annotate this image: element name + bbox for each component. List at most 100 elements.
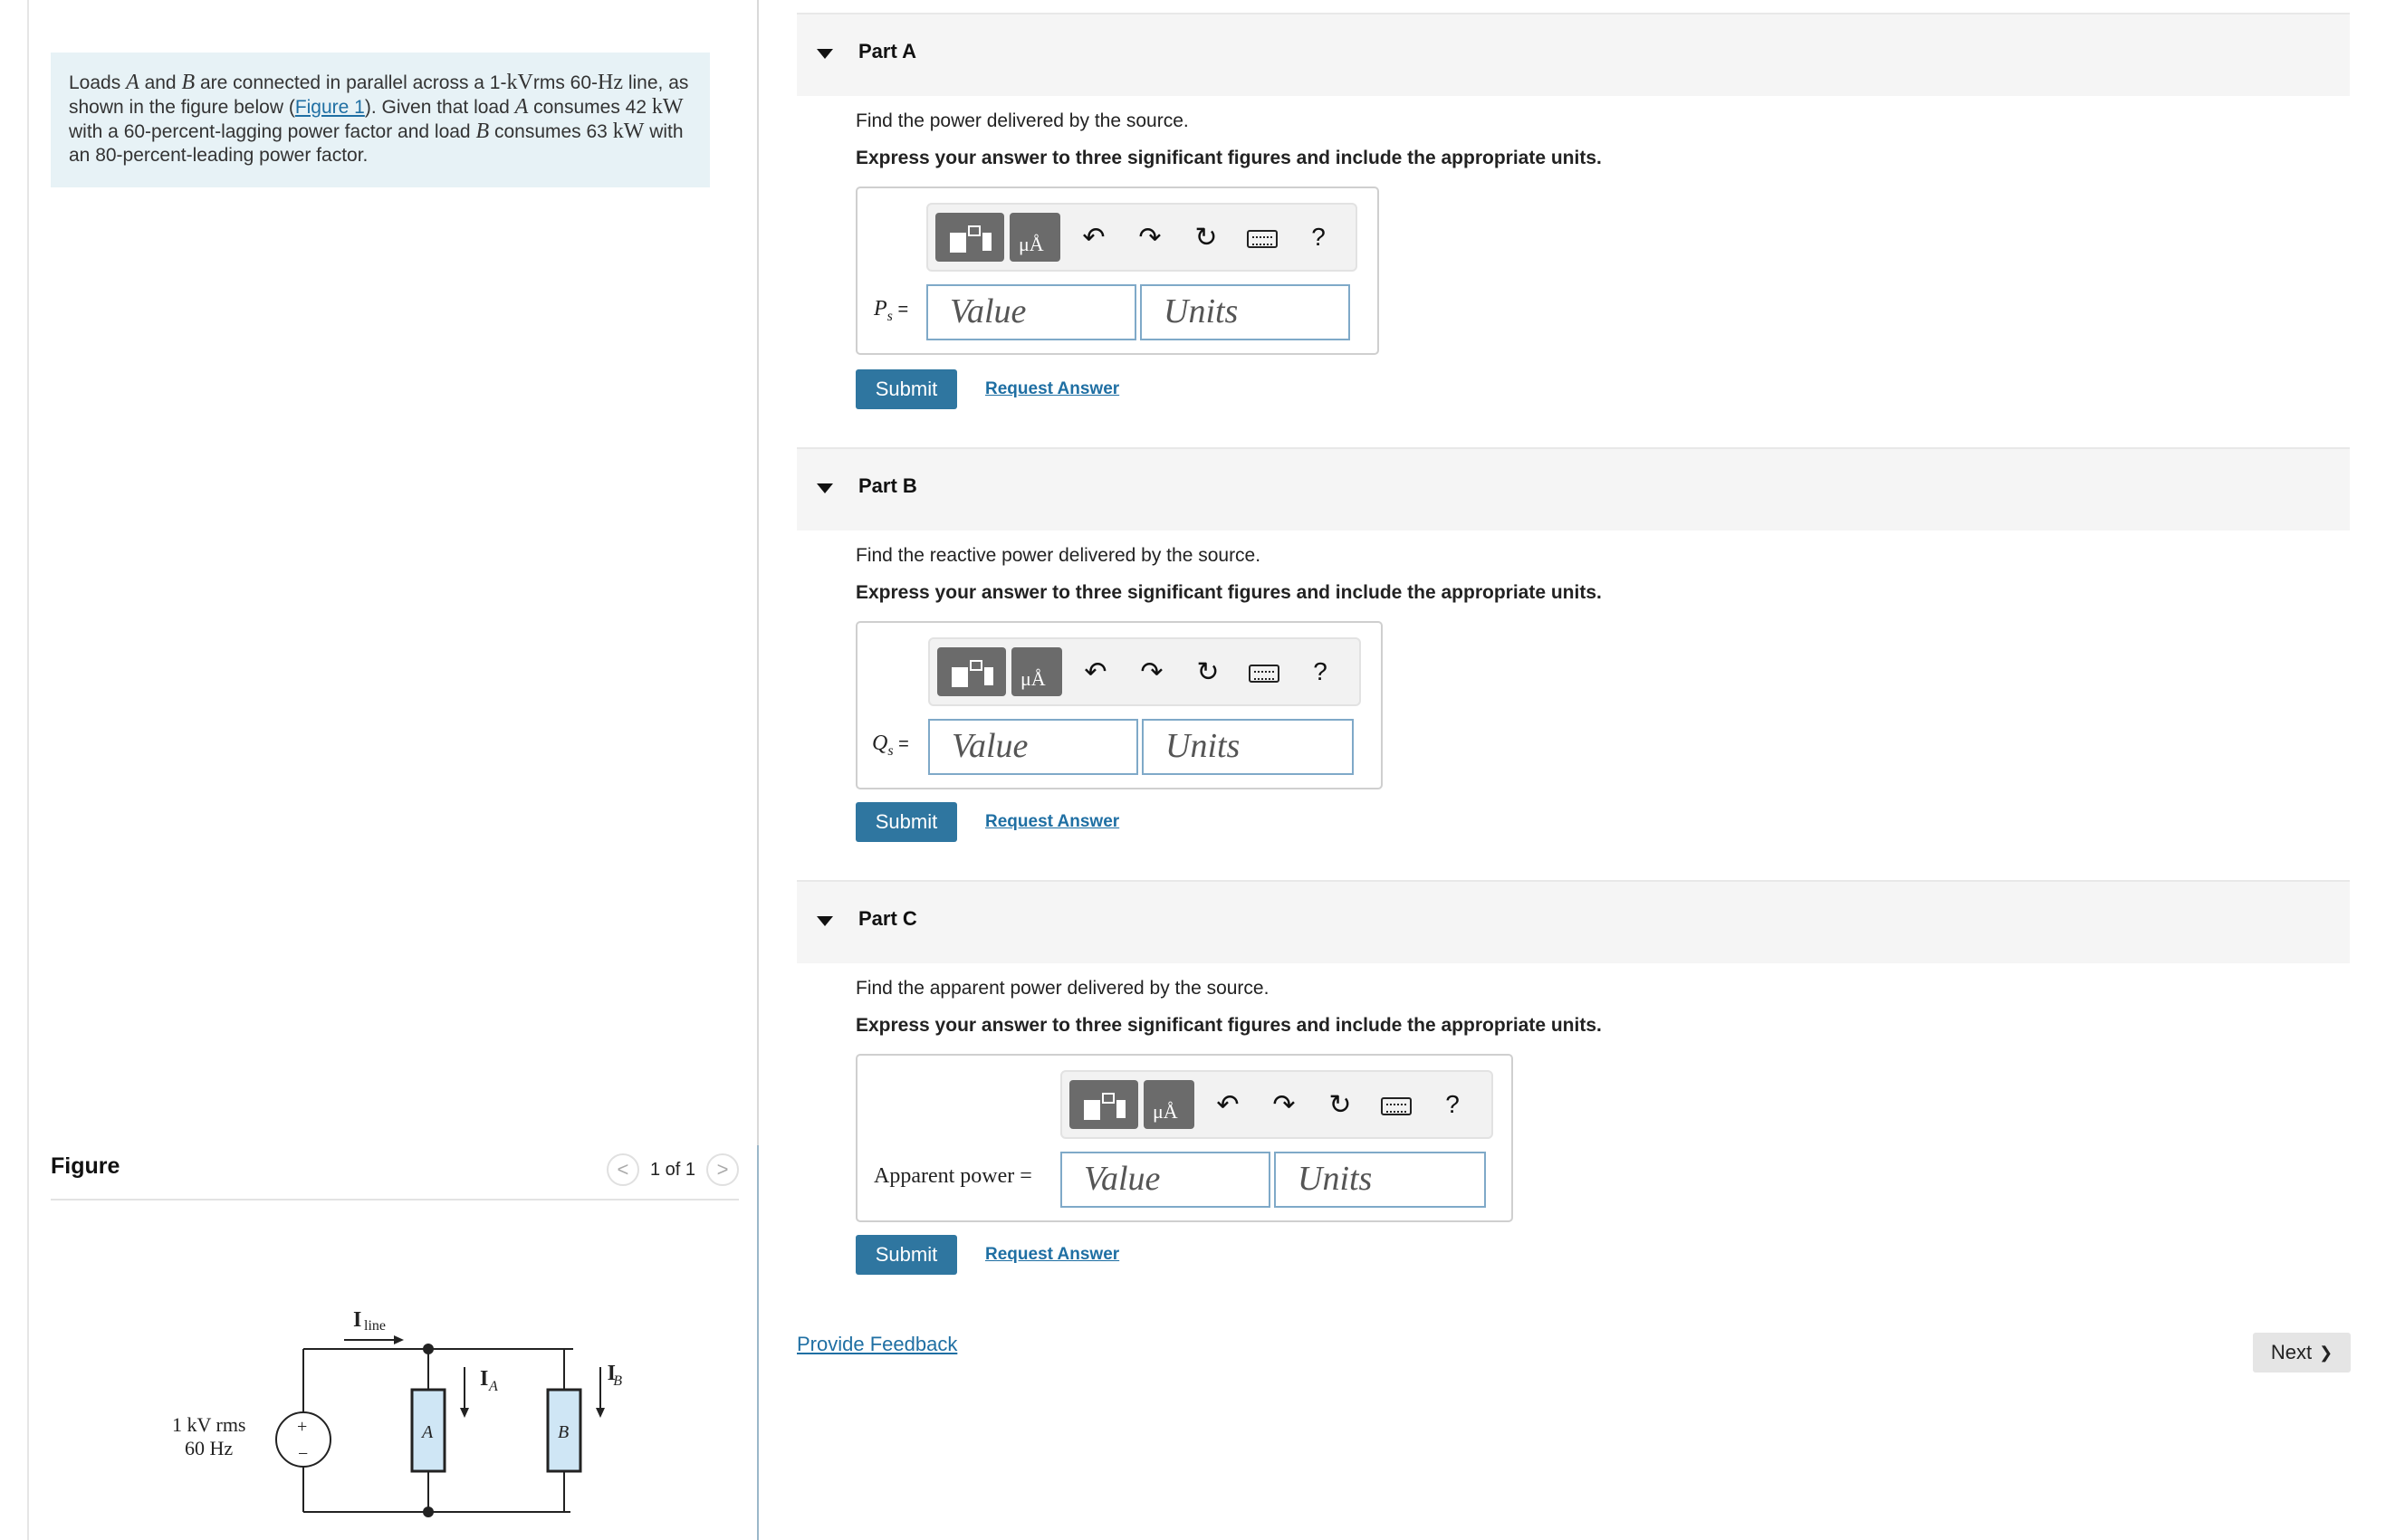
- math-load-a: A: [126, 71, 139, 94]
- part-b-variable: Qs =: [872, 732, 909, 759]
- keyboard-icon[interactable]: [1236, 656, 1292, 687]
- part-a-variable: Ps =: [874, 297, 909, 324]
- node-bottom: [423, 1507, 434, 1517]
- source-label-voltage: 1 kV rms: [172, 1413, 246, 1436]
- part-b-question: Find the reactive power delivered by the…: [856, 545, 1261, 566]
- part-a-question: Find the power delivered by the source.: [856, 110, 1189, 131]
- math-unit-kv: kV: [506, 71, 533, 94]
- reset-icon[interactable]: ↻: [1178, 222, 1234, 253]
- ib-subscript: B: [613, 1373, 622, 1389]
- help-icon[interactable]: ?: [1292, 657, 1348, 686]
- load-a-label: A: [420, 1422, 434, 1442]
- source-label-frequency: 60 Hz: [185, 1437, 233, 1459]
- ia-label: I: [480, 1367, 488, 1391]
- part-a-answer-box: μÅ ↶ ↷ ↻ ? Ps = Value Units: [856, 187, 1379, 355]
- caret-down-icon: [817, 916, 833, 926]
- ia-arrowhead: [460, 1408, 469, 1418]
- iline-label: I: [353, 1308, 361, 1332]
- figure-prev-button[interactable]: <: [606, 1153, 639, 1186]
- part-c-units-input[interactable]: Units: [1274, 1152, 1486, 1208]
- part-c-question: Find the apparent power delivered by the…: [856, 978, 1270, 999]
- answer-column: Part A Find the power delivered by the s…: [797, 0, 2354, 1540]
- caret-down-icon: [817, 483, 833, 493]
- part-a-units-input[interactable]: Units: [1140, 284, 1350, 340]
- math-load-b: B: [181, 71, 196, 94]
- load-b-label: B: [558, 1422, 569, 1442]
- undo-icon[interactable]: ↶: [1066, 222, 1122, 253]
- part-b-value-input[interactable]: Value: [928, 719, 1138, 775]
- part-b-submit-button[interactable]: Submit: [856, 802, 957, 842]
- redo-icon[interactable]: ↷: [1256, 1089, 1312, 1121]
- part-a-request-answer-link[interactable]: Request Answer: [985, 379, 1119, 399]
- math-unit-hz: Hz: [598, 71, 623, 94]
- units-symbols-button[interactable]: μÅ: [1010, 213, 1060, 262]
- undo-icon[interactable]: ↶: [1068, 656, 1124, 688]
- reset-icon[interactable]: ↻: [1180, 656, 1236, 688]
- iline-arrowhead: [394, 1335, 404, 1344]
- part-c-instruction: Express your answer to three significant…: [856, 1015, 1602, 1036]
- redo-icon[interactable]: ↷: [1124, 656, 1180, 688]
- figure-pager: < 1 of 1 >: [606, 1153, 739, 1186]
- problem-statement: Loads A and B are connected in parallel …: [51, 53, 710, 187]
- keyboard-icon[interactable]: [1368, 1089, 1424, 1120]
- keyboard-icon[interactable]: [1234, 222, 1290, 253]
- part-b-request-answer-link[interactable]: Request Answer: [985, 812, 1119, 832]
- math-unit-kw: kW: [612, 120, 645, 143]
- part-c-title: Part C: [858, 907, 917, 930]
- chevron-right-icon: >: [716, 1158, 729, 1181]
- node-top: [423, 1344, 434, 1354]
- math-unit-kw: kW: [651, 95, 684, 119]
- panel-divider-scroll[interactable]: [757, 1145, 759, 1540]
- problem-text: Loads: [69, 72, 127, 93]
- math-toolbar: μÅ ↶ ↷ ↻ ?: [1060, 1070, 1493, 1139]
- figure-link[interactable]: Figure 1: [295, 97, 365, 118]
- undo-icon[interactable]: ↶: [1200, 1089, 1256, 1121]
- part-a-header[interactable]: Part A: [797, 13, 2350, 96]
- part-b-instruction: Express your answer to three significant…: [856, 582, 1602, 603]
- part-c-variable: Apparent power =: [874, 1164, 1032, 1188]
- part-c-value-input[interactable]: Value: [1060, 1152, 1270, 1208]
- part-c-request-answer-link[interactable]: Request Answer: [985, 1245, 1119, 1265]
- ib-arrowhead: [596, 1408, 605, 1418]
- math-load-b: B: [475, 120, 490, 143]
- figure-header: Figure < 1 of 1 >: [51, 1150, 739, 1200]
- next-label: Next: [2270, 1341, 2313, 1363]
- units-symbols-button[interactable]: μÅ: [1144, 1080, 1194, 1129]
- provide-feedback-link[interactable]: Provide Feedback: [797, 1333, 957, 1356]
- part-a-title: Part A: [858, 40, 916, 62]
- units-symbols-button[interactable]: μÅ: [1011, 647, 1062, 696]
- figure-next-button[interactable]: >: [706, 1153, 739, 1186]
- chevron-right-icon: ❯: [2319, 1343, 2333, 1362]
- math-load-a: A: [514, 95, 529, 119]
- page: Loads A and B are connected in parallel …: [0, 0, 2405, 1540]
- ia-subscript: A: [488, 1379, 498, 1394]
- part-b-answer-box: μÅ ↶ ↷ ↻ ? Qs = Value Units: [856, 621, 1383, 789]
- part-b-units-input[interactable]: Units: [1142, 719, 1354, 775]
- help-icon[interactable]: ?: [1290, 223, 1346, 252]
- templates-button[interactable]: [937, 647, 1006, 696]
- figure-page-count: 1 of 1: [649, 1159, 695, 1180]
- part-b-title: Part B: [858, 474, 917, 497]
- help-icon[interactable]: ?: [1424, 1090, 1480, 1119]
- problem-text: rms 60-: [532, 72, 599, 93]
- part-b-header[interactable]: Part B: [797, 447, 2350, 531]
- next-button[interactable]: Next ❯: [2253, 1333, 2351, 1373]
- reset-icon[interactable]: ↻: [1312, 1089, 1368, 1121]
- figure-title: Figure: [51, 1153, 120, 1179]
- part-c-answer-box: μÅ ↶ ↷ ↻ ? Apparent power = Value Units: [856, 1054, 1513, 1222]
- part-a-instruction: Express your answer to three significant…: [856, 148, 1602, 168]
- source-plus: +: [297, 1417, 307, 1437]
- iline-subscript: line: [364, 1318, 386, 1334]
- problem-text: and: [139, 72, 182, 93]
- templates-button[interactable]: [935, 213, 1004, 262]
- circuit-diagram: 1 kV rms 60 Hz + − I line I A I B A B: [172, 1308, 622, 1517]
- templates-button[interactable]: [1069, 1080, 1138, 1129]
- part-a-value-input[interactable]: Value: [926, 284, 1136, 340]
- problem-text: are connected in parallel across a 1-: [195, 72, 507, 93]
- part-c-header[interactable]: Part C: [797, 880, 2350, 963]
- caret-down-icon: [817, 49, 833, 59]
- part-a-submit-button[interactable]: Submit: [856, 369, 957, 409]
- part-c-submit-button[interactable]: Submit: [856, 1235, 957, 1275]
- math-toolbar: μÅ ↶ ↷ ↻ ?: [926, 203, 1357, 272]
- redo-icon[interactable]: ↷: [1122, 222, 1178, 253]
